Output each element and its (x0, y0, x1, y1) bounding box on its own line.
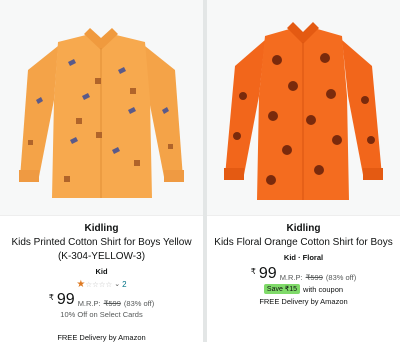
product-brand: Kidling (286, 223, 321, 234)
price-row: ₹ 99 M.R.P: ₹599 (83% off) (0, 291, 203, 309)
coupon-label: with coupon (303, 284, 344, 294)
product-title-link[interactable]: Kids Floral Orange Cotton Shirt for Boys (207, 236, 400, 250)
product-title-link[interactable]: Kids Printed Cotton Shirt for Boys Yello… (0, 236, 203, 264)
mrp-label: M.R.P: (279, 273, 303, 282)
product-subtitle: Kid (95, 267, 108, 276)
product-image[interactable] (207, 0, 400, 216)
rating-count[interactable]: 2 (122, 280, 126, 289)
currency-symbol: ₹ (48, 293, 54, 302)
card-offer: 10% Off on Select Cards (60, 310, 143, 319)
product-card[interactable]: Kidling Kids Printed Cotton Shirt for Bo… (0, 0, 203, 342)
rating-row[interactable]: ★☆☆☆☆ ⌄ 2 (0, 278, 203, 290)
currency-symbol: ₹ (250, 267, 256, 276)
product-brand: Kidling (84, 223, 119, 234)
product-image[interactable] (0, 0, 203, 216)
delivery-text: FREE Delivery by Amazon (259, 297, 348, 306)
product-info: Kidling Kids Floral Orange Cotton Shirt … (207, 222, 400, 306)
yellow-shirt-image (19, 28, 184, 198)
mrp-value: ₹599 (103, 299, 121, 308)
product-card[interactable]: Kidling Kids Floral Orange Cotton Shirt … (207, 0, 400, 342)
orange-shirt-image (224, 22, 383, 200)
star-rating: ★☆☆☆☆ (76, 278, 113, 290)
price-value: 99 (56, 291, 75, 308)
coupon-row[interactable]: Save ₹15 with coupon (207, 284, 400, 294)
product-subtitle: Kid · Floral (283, 253, 324, 262)
discount-text: (83% off) (325, 273, 357, 282)
price-value: 99 (258, 265, 277, 282)
mrp-value: ₹599 (305, 273, 323, 282)
coupon-badge[interactable]: Save ₹15 (263, 284, 301, 294)
chevron-down-icon[interactable]: ⌄ (114, 280, 120, 288)
product-grid: Kidling Kids Printed Cotton Shirt for Bo… (0, 0, 400, 342)
mrp-label: M.R.P: (77, 299, 101, 308)
delivery-text: FREE Delivery by Amazon (57, 333, 146, 342)
price-row: ₹ 99 M.R.P: ₹599 (83% off) (207, 265, 400, 283)
discount-text: (83% off) (123, 299, 155, 308)
product-info: Kidling Kids Printed Cotton Shirt for Bo… (0, 222, 203, 342)
